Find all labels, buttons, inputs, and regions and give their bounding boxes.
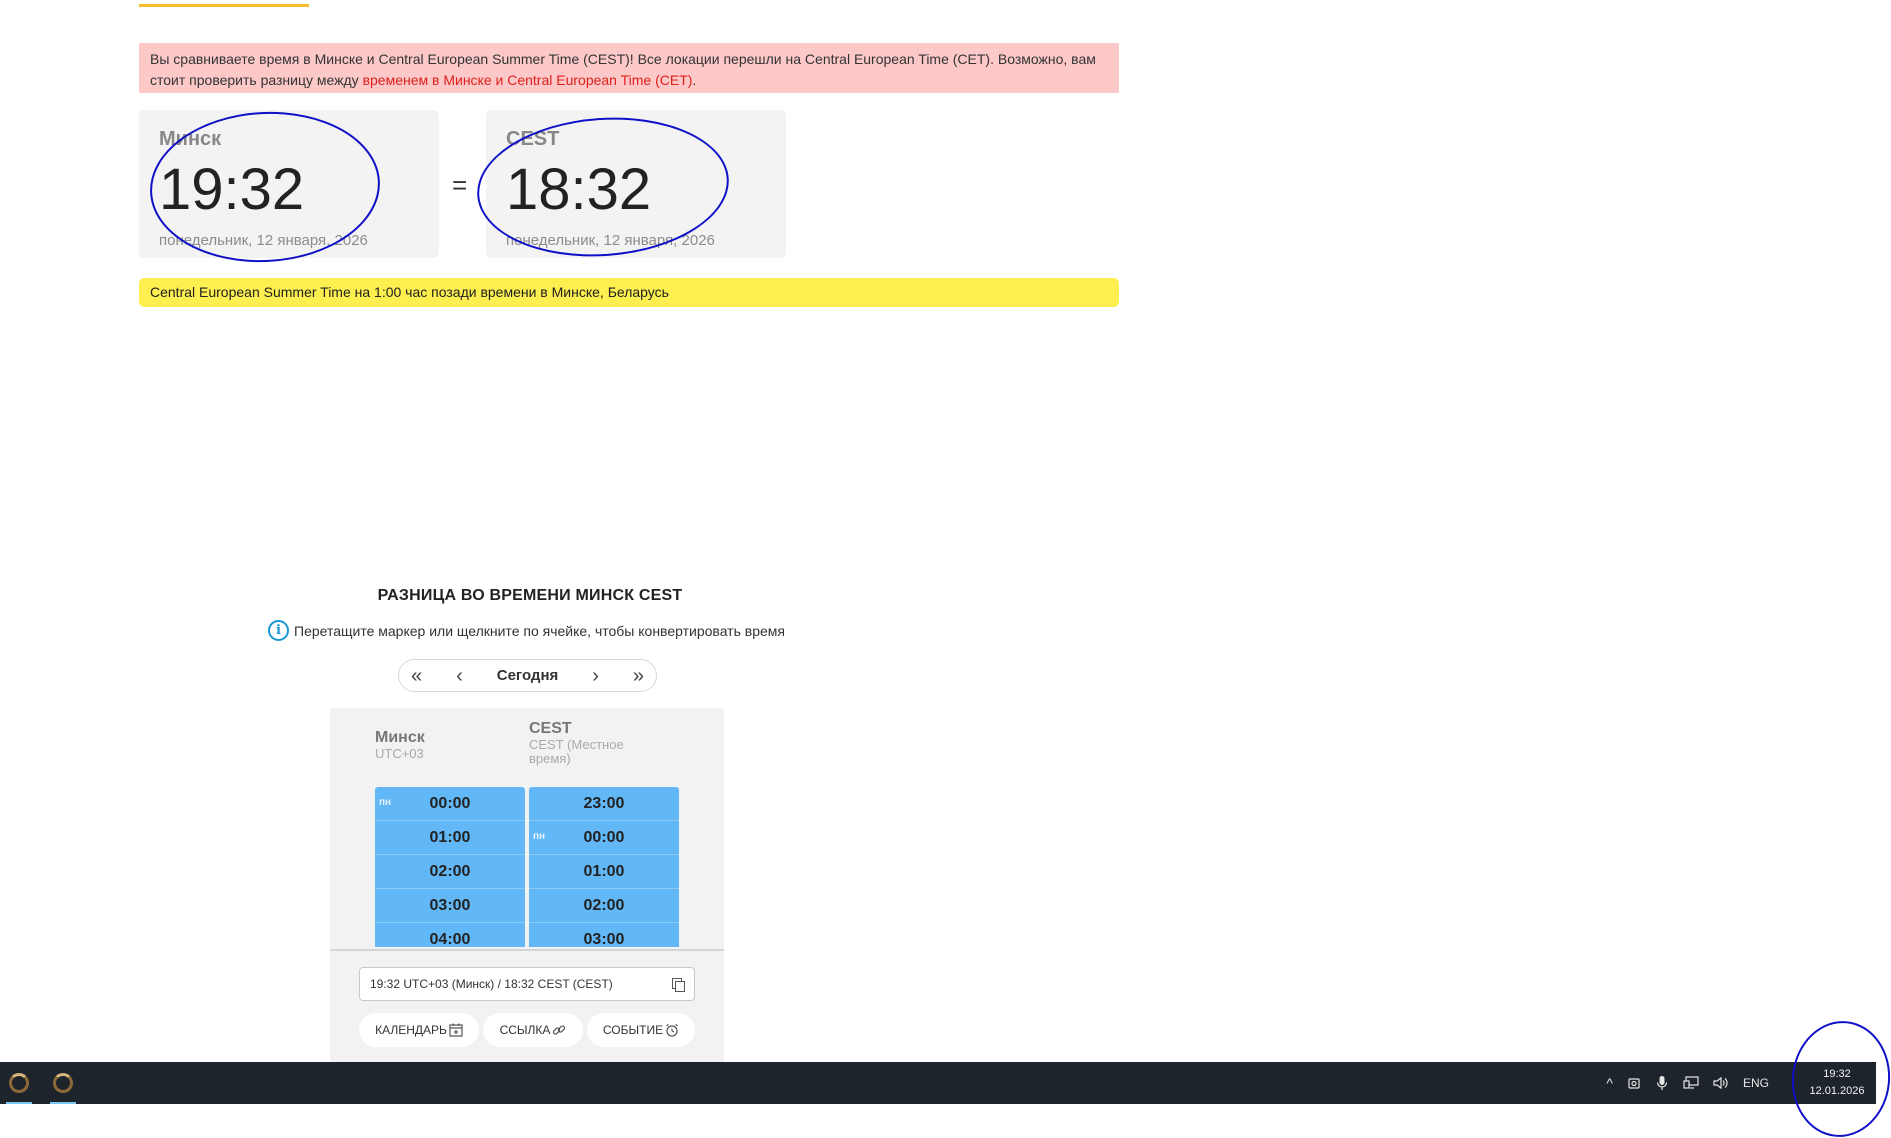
link-icon [553, 1025, 566, 1035]
hour-cell[interactable]: пн 00:00 [529, 821, 679, 855]
converter-hint: i Перетащите маркер или щелкните по ячей… [268, 620, 785, 641]
chevron-left-icon[interactable]: ‹ [456, 666, 463, 686]
calendar-button[interactable]: КАЛЕНДАРЬ [359, 1013, 479, 1047]
app-icon [53, 1073, 73, 1093]
volume-icon[interactable] [1713, 1076, 1729, 1090]
calendar-icon [449, 1023, 463, 1037]
chevron-right-icon[interactable]: › [592, 666, 599, 686]
network-icon[interactable] [1683, 1076, 1699, 1090]
minsk-time: 19:32 [159, 157, 305, 222]
system-tray: ^ ENG [1606, 1062, 1769, 1104]
app-icon [9, 1073, 29, 1093]
minsk-hours-column: пн 00:00 01:00 02:00 03:00 04:00 [375, 787, 525, 947]
taskbar-app-button[interactable] [0, 1062, 38, 1104]
equals-sign: = [452, 170, 468, 200]
alarm-clock-icon [666, 1024, 678, 1037]
converter-title: РАЗНИЦА ВО ВРЕМЕНИ МИНСК CEST [377, 587, 683, 604]
link-button[interactable]: ССЫЛКА [483, 1013, 583, 1047]
minsk-column-header: Минск UTC+03 [375, 729, 425, 761]
minsk-column-name: Минск [375, 729, 425, 746]
hour-cell[interactable]: 02:00 [529, 889, 679, 923]
minsk-time-card: Минск 19:32 понедельник, 12 января, 2026 [139, 110, 439, 258]
top-accent-line [139, 4, 309, 7]
double-chevron-right-icon[interactable]: » [633, 666, 644, 686]
cest-hours-column: 23:00 пн 00:00 01:00 02:00 03:00 [529, 787, 679, 947]
tray-chevron-up-icon[interactable]: ^ [1606, 1075, 1613, 1091]
hour-cell[interactable]: 23:00 [529, 787, 679, 821]
hint-text: Перетащите маркер или щелкните по ячейке… [294, 622, 785, 639]
cest-time-card: CEST 18:32 понедельник, 12 января, 2026 [486, 110, 786, 258]
screen-edge [1876, 1062, 1891, 1104]
minsk-city-label: Минск [159, 128, 222, 150]
camera-icon[interactable] [1627, 1076, 1641, 1090]
windows-taskbar: ^ ENG [0, 1062, 1891, 1104]
cest-column-header: CEST CEST (Местное время) [529, 720, 659, 766]
hour-cell[interactable]: 04:00 [375, 923, 525, 948]
time-difference-summary: Central European Summer Time на 1:00 час… [139, 278, 1119, 307]
hour-cell[interactable]: пн 00:00 [375, 787, 525, 821]
hour-cell[interactable]: 02:00 [375, 855, 525, 889]
cest-city-label: CEST [506, 128, 560, 150]
cest-column-name: CEST [529, 720, 572, 737]
keyboard-language[interactable]: ENG [1743, 1076, 1769, 1090]
double-chevron-left-icon[interactable]: « [411, 666, 422, 686]
microphone-icon[interactable] [1655, 1075, 1669, 1091]
time-converter-panel: Минск UTC+03 CEST CEST (Местное время) п… [330, 708, 724, 1063]
hour-cell[interactable]: 03:00 [375, 889, 525, 923]
hour-cell[interactable]: 01:00 [375, 821, 525, 855]
converted-time-field[interactable]: 19:32 UTC+03 (Минск) / 18:32 CEST (CEST) [359, 967, 695, 1001]
hour-cell[interactable]: 01:00 [529, 855, 679, 889]
taskbar-clock[interactable]: 19:32 12.01.2026 [1797, 1066, 1877, 1100]
converted-time-text: 19:32 UTC+03 (Минск) / 18:32 CEST (CEST) [370, 977, 613, 991]
copy-icon[interactable] [672, 978, 685, 992]
day-label: пн [533, 831, 546, 842]
clock-time: 19:32 [1823, 1068, 1851, 1080]
clock-date: 12.01.2026 [1809, 1085, 1865, 1097]
cest-time: 18:32 [506, 157, 652, 222]
minsk-date: понедельник, 12 января, 2026 [159, 232, 368, 249]
event-button[interactable]: СОБЫТИЕ [587, 1013, 695, 1047]
day-label: пн [379, 797, 392, 808]
date-navigation: « ‹ Сегодня › » [398, 659, 657, 692]
cest-column-offset: CEST (Местное время) [529, 737, 624, 766]
info-icon: i [268, 620, 289, 641]
minsk-column-offset: UTC+03 [375, 746, 424, 761]
hour-cell[interactable]: 03:00 [529, 923, 679, 948]
taskbar-app-button[interactable] [44, 1062, 82, 1104]
cet-warning-banner: Вы сравниваете время в Минске и Central … [139, 43, 1119, 93]
cet-comparison-link[interactable]: временем в Минске и Central European Tim… [363, 72, 693, 88]
cest-date: понедельник, 12 января, 2026 [506, 232, 715, 249]
panel-divider [330, 949, 724, 951]
today-button[interactable]: Сегодня [497, 667, 559, 684]
